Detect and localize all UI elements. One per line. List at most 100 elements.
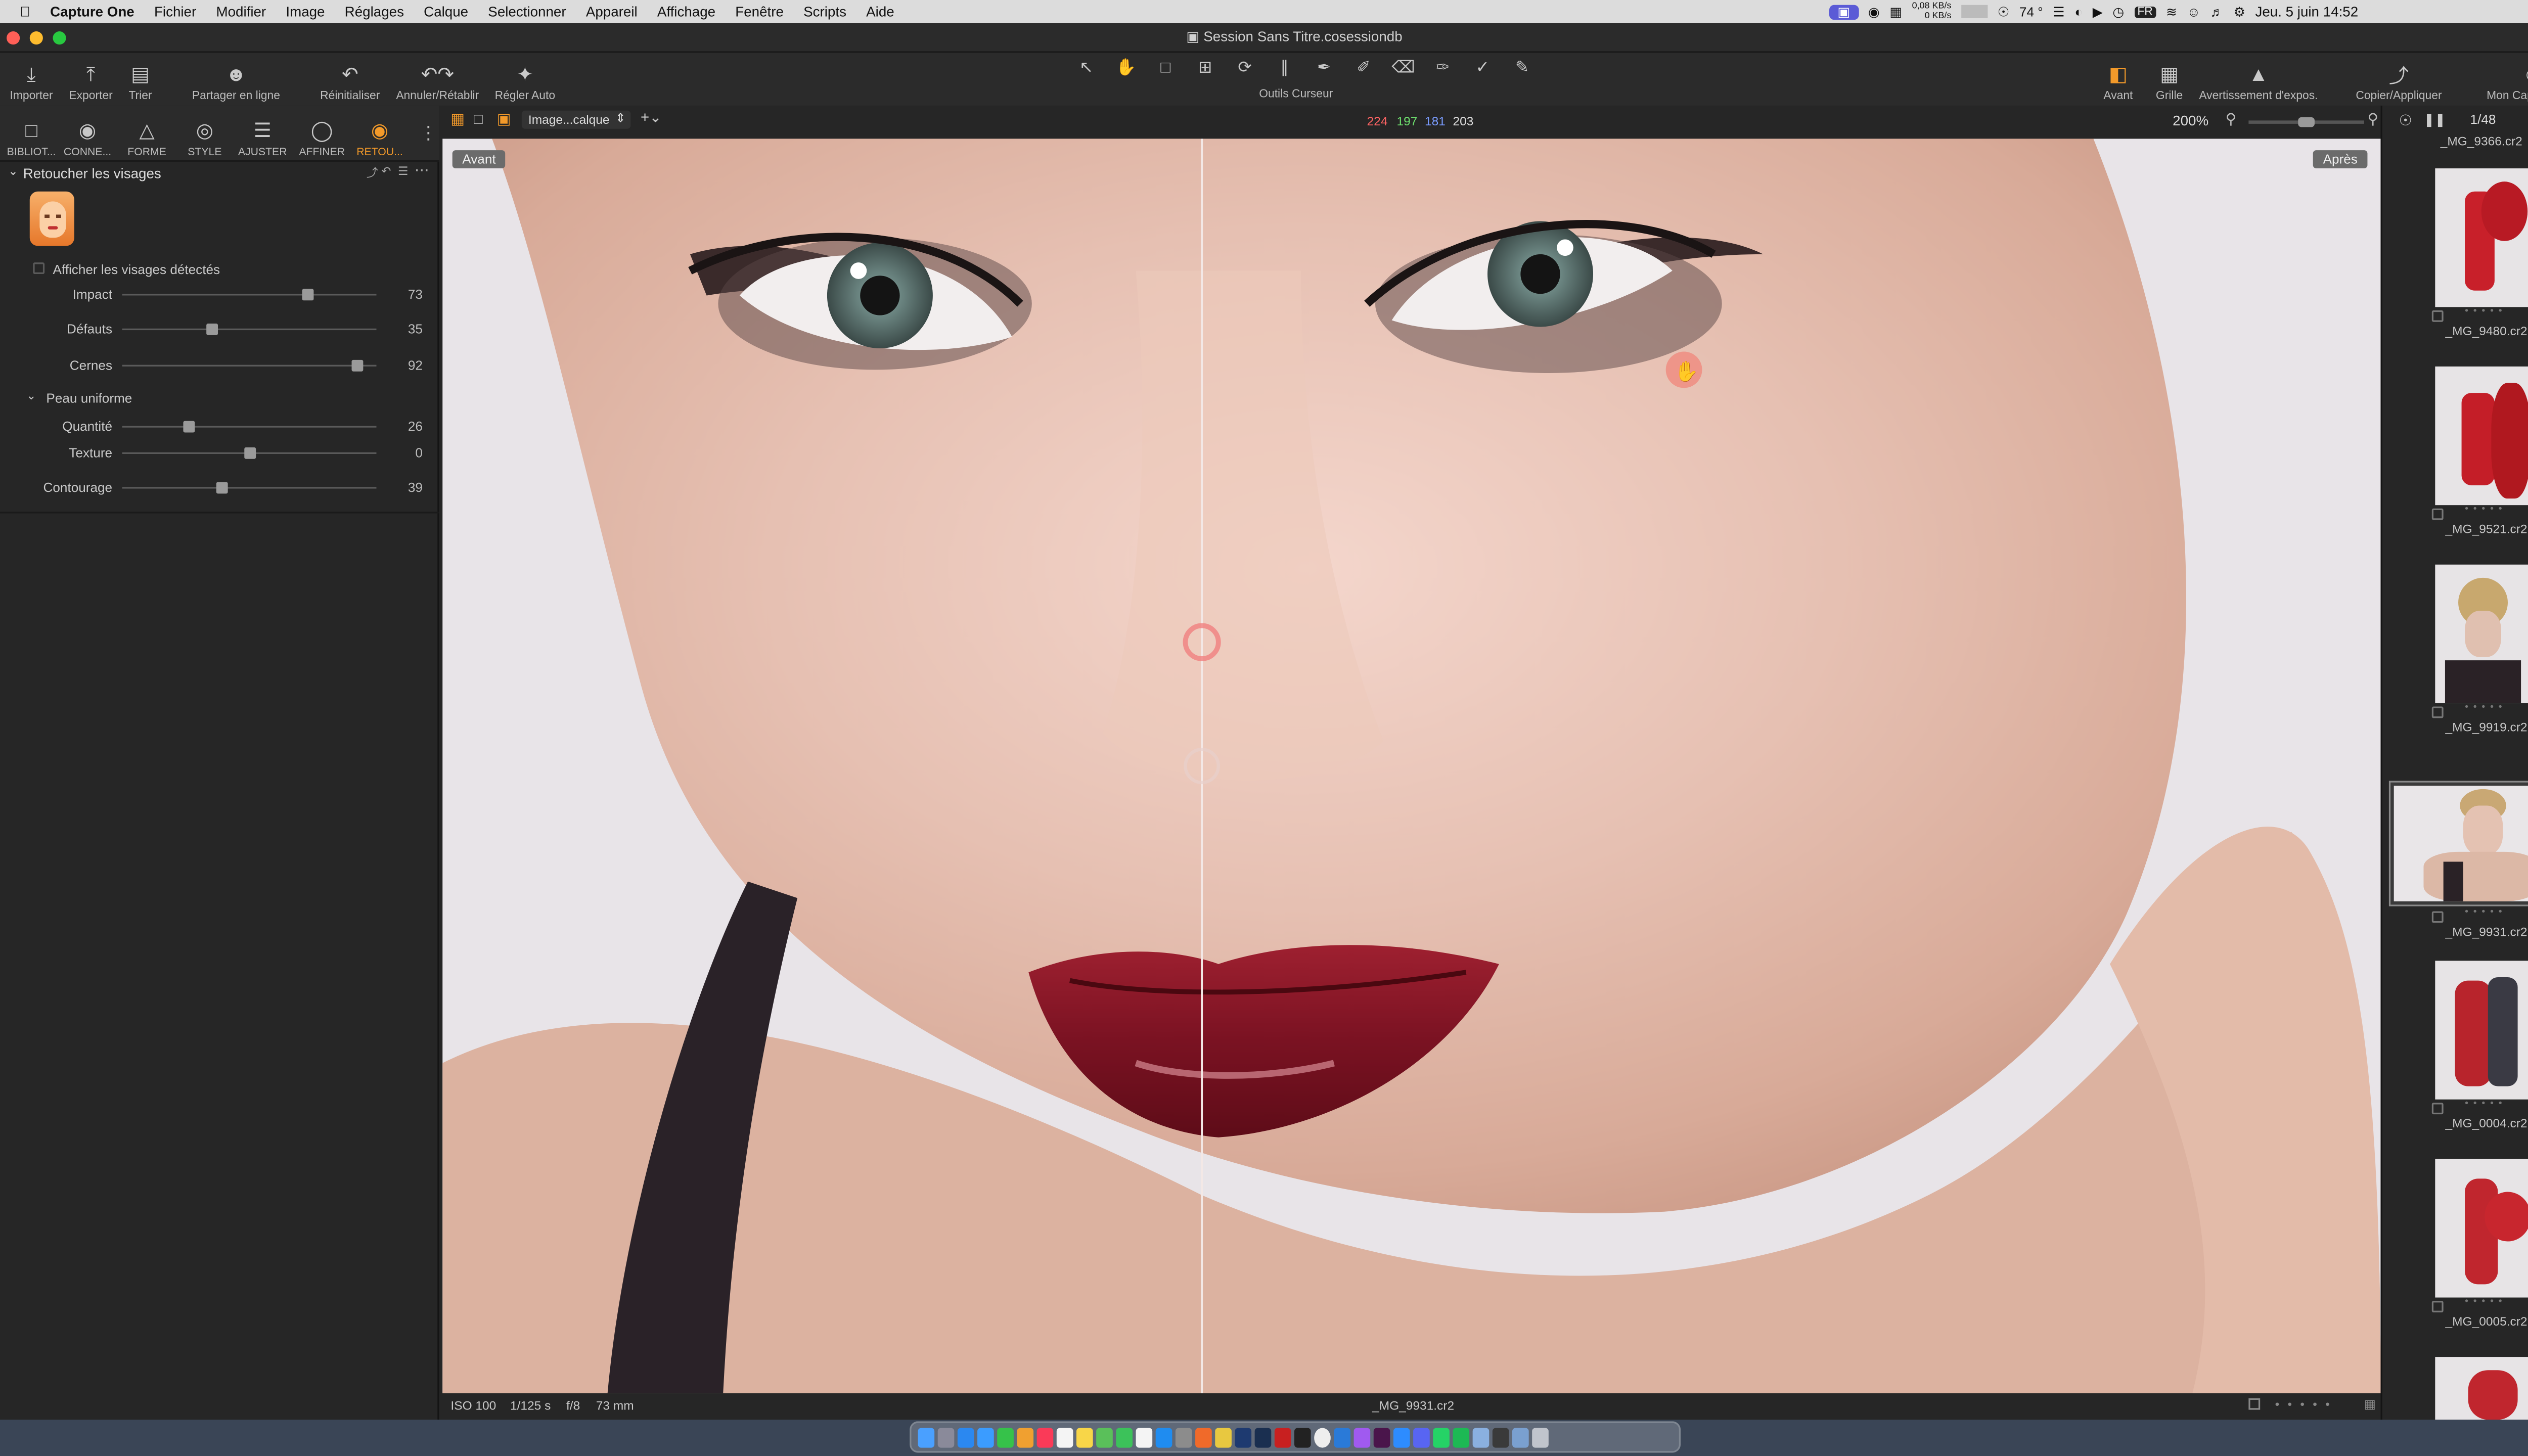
layer-select[interactable]: Image...calque ⇕	[521, 110, 631, 129]
export-button[interactable]: ⤒ Exporter	[63, 53, 119, 105]
appstore-icon[interactable]	[1155, 1428, 1172, 1448]
volume-icon[interactable]: ♬	[2210, 4, 2224, 19]
slider-defauts[interactable]: Défauts 35	[0, 317, 439, 340]
thumbnail-image[interactable]	[2435, 564, 2528, 704]
tab-capture[interactable]: ◉ CONNE...	[60, 109, 116, 158]
photos-icon[interactable]	[1017, 1428, 1034, 1448]
multi-view-icon[interactable]: ▦	[450, 111, 465, 129]
screen-share-icon[interactable]: ▣	[1829, 4, 1859, 19]
slack-icon[interactable]	[1373, 1428, 1390, 1448]
play-menu-icon[interactable]: ▶	[2093, 4, 2103, 19]
settings-icon[interactable]	[1175, 1428, 1192, 1448]
show-faces-row[interactable]: Afficher les visages détectés	[0, 257, 439, 281]
defauts-thumb[interactable]	[206, 324, 218, 335]
zoom-app-icon[interactable]	[1393, 1428, 1410, 1448]
figma-icon[interactable]	[1353, 1428, 1371, 1448]
tab-lens[interactable]: △ FORME	[119, 109, 175, 158]
grid-menu-icon[interactable]: ▦	[1889, 4, 1902, 19]
input-language[interactable]: FR	[2134, 6, 2156, 18]
viewer-eye-icon[interactable]: ☉	[2399, 112, 2412, 130]
menu-fenetre[interactable]: Fenêtre	[726, 4, 794, 20]
trash-icon[interactable]	[1532, 1428, 1549, 1448]
tab-library[interactable]: □ BIBLIOT...	[4, 109, 60, 158]
zoom-in-icon[interactable]: ⚲	[2367, 111, 2378, 129]
auto-adjust-button[interactable]: ✦ Régler Auto	[492, 53, 558, 105]
thumbnail-checkbox[interactable]	[2431, 508, 2444, 520]
thumbnail-image[interactable]	[2435, 168, 2528, 307]
menu-image[interactable]: Image	[276, 4, 335, 20]
photoshop-icon[interactable]	[1235, 1428, 1252, 1448]
defauts-value[interactable]: 35	[390, 322, 423, 337]
lightroom-icon[interactable]	[1254, 1428, 1272, 1448]
vscode-icon[interactable]	[1334, 1428, 1351, 1448]
slider-contourage[interactable]: Contourage 39	[0, 475, 439, 498]
defauts-track[interactable]	[122, 324, 377, 335]
user-menu-icon[interactable]: ☺	[2187, 4, 2200, 19]
control-center-icon[interactable]: ⚙	[2233, 4, 2245, 19]
quantite-track[interactable]	[122, 421, 377, 433]
thumbnail-rating[interactable]: •••••	[2465, 505, 2507, 515]
add-layer-icon[interactable]: +⌄	[641, 109, 662, 127]
picker-icon[interactable]: ⤴	[367, 165, 378, 182]
acrobat-icon[interactable]	[1274, 1428, 1291, 1448]
single-view-icon[interactable]: □	[474, 111, 483, 127]
capture-one-dock-icon[interactable]	[1314, 1428, 1331, 1448]
spotify-icon[interactable]	[1453, 1428, 1470, 1448]
section-chevron-icon[interactable]: ⌄	[26, 390, 36, 403]
zoom-level[interactable]: 200%	[2173, 112, 2208, 129]
before-button[interactable]: ◧ Avant	[2090, 53, 2146, 105]
launchpad-icon[interactable]	[937, 1428, 955, 1448]
toggle-menu-icon[interactable]: ◐	[2074, 4, 2083, 19]
notes-icon[interactable]	[1076, 1428, 1093, 1448]
menu-affichage[interactable]: Affichage	[647, 4, 725, 20]
music-icon[interactable]	[1036, 1428, 1054, 1448]
contourage-thumb[interactable]	[216, 482, 228, 494]
safari-icon[interactable]	[957, 1428, 974, 1448]
impact-value[interactable]: 73	[390, 287, 423, 302]
thumbnail-image[interactable]	[2435, 961, 2528, 1100]
pan-tool-icon[interactable]: ✋	[1113, 60, 1139, 79]
sort-button[interactable]: ▤ Trier	[122, 53, 159, 105]
brush-tool-icon[interactable]: ✐	[1350, 60, 1377, 79]
cernes-thumb[interactable]	[351, 359, 363, 372]
panel-more-icon[interactable]: ⋯	[415, 162, 429, 180]
picker-tool-icon[interactable]: ✒	[1311, 60, 1337, 79]
presets-icon[interactable]: ☰	[398, 165, 409, 178]
slider-cernes[interactable]: Cernes 92	[0, 353, 439, 377]
impact-thumb[interactable]	[302, 289, 314, 301]
quantite-thumb[interactable]	[183, 421, 195, 433]
menubar-datetime[interactable]: Jeu. 5 juin 14:52	[2255, 4, 2358, 20]
chrome-icon[interactable]	[1215, 1428, 1232, 1448]
image-viewer[interactable]: ✋ Avant Après	[442, 139, 2381, 1393]
whatsapp-icon[interactable]	[1433, 1428, 1450, 1448]
thumbnail-7-partial[interactable]	[2435, 1357, 2528, 1420]
apple-menu-icon[interactable]: 	[0, 4, 40, 20]
thumbnail-3[interactable]: ••••• _MG_9919.cr2	[2392, 561, 2528, 736]
zoom-slider[interactable]	[2248, 117, 2364, 127]
thumb-name-top[interactable]: _MG_9366.cr2	[2382, 133, 2528, 148]
zoom-out-icon[interactable]: ⚲	[2226, 111, 2237, 129]
reset-button[interactable]: ↶ Réinitialiser	[317, 53, 383, 105]
tab-details[interactable]: ◯ AFFINER	[294, 109, 350, 158]
thumbnail-checkbox[interactable]	[2431, 1103, 2444, 1115]
share-online-button[interactable]: ☻ Partager en ligne	[185, 53, 287, 105]
menu-fichier[interactable]: Fichier	[144, 4, 206, 20]
discord-icon[interactable]	[1413, 1428, 1430, 1448]
cernes-value[interactable]: 92	[390, 358, 423, 373]
layer-mask-icon[interactable]: ▣	[497, 111, 511, 129]
terminal-icon[interactable]	[1294, 1428, 1311, 1448]
calendar-icon[interactable]	[1056, 1428, 1073, 1448]
thumbnail-checkbox[interactable]	[2431, 706, 2444, 718]
zoom-slider-thumb[interactable]	[2298, 117, 2315, 127]
slider-texture[interactable]: Texture 0	[0, 441, 439, 464]
crop-tool-icon[interactable]: ⊞	[1192, 60, 1218, 79]
thumbnail-rating[interactable]: •••••	[2465, 908, 2507, 918]
sliders-menu-icon[interactable]: ☰	[2053, 4, 2064, 19]
menu-scripts[interactable]: Scripts	[794, 4, 856, 20]
exposure-warning-button[interactable]: ▲ Avertissement d'expos.	[2192, 53, 2324, 105]
thumbnail-2[interactable]: ••••• _MG_9521.cr2	[2392, 363, 2528, 538]
tab-style[interactable]: ◎ STYLE	[176, 109, 233, 158]
grid-button[interactable]: ▦ Grille	[2149, 53, 2189, 105]
slider-quantite[interactable]: Quantité 26	[0, 415, 439, 438]
tab-retouch[interactable]: ◉ RETOU...	[352, 109, 408, 158]
